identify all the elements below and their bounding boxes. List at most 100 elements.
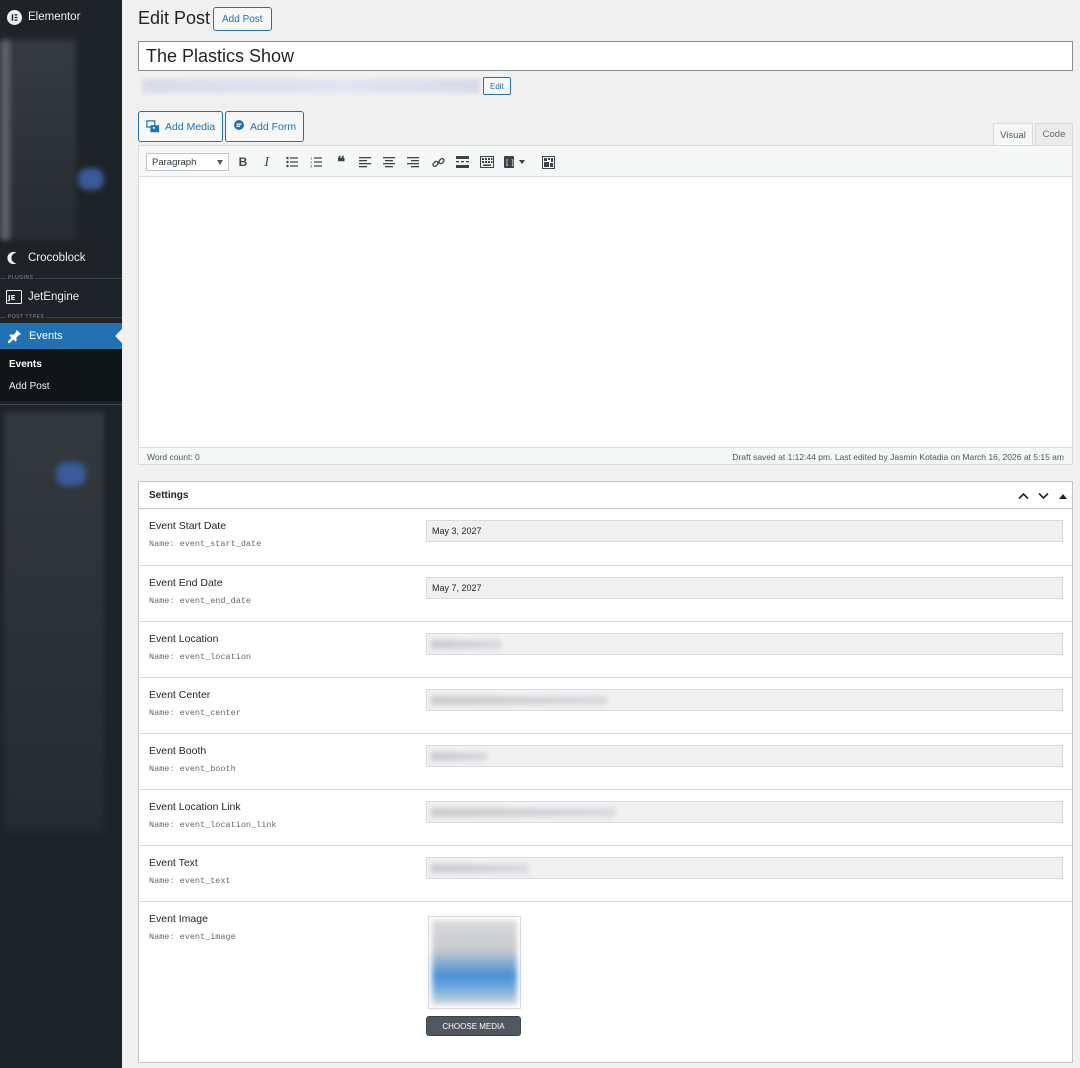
field-row-event-location: Event Location Name: event_location: [139, 622, 1072, 678]
classic-editor: Paragraph B I 123 ❝ [] Word count: 0 Dr…: [138, 145, 1073, 465]
add-form-button[interactable]: Add Form: [225, 111, 305, 142]
form-icon: [233, 119, 245, 134]
align-right-icon[interactable]: [405, 154, 421, 170]
event-text-input[interactable]: [426, 857, 1063, 879]
field-name: Name: event_location_link: [149, 820, 277, 830]
sidebar-item-label: Crocoblock: [28, 252, 86, 264]
editor-content-area[interactable]: [139, 177, 1072, 448]
align-left-icon[interactable]: [357, 154, 373, 170]
blurred-menu-items: [4, 412, 104, 832]
redacted-value: [431, 808, 616, 817]
bold-icon[interactable]: B: [235, 154, 251, 170]
field-label: Event Start Date: [149, 520, 227, 532]
admin-sidebar: Elementor Crocoblock PLUGINS JE JetEngin…: [0, 0, 122, 1068]
svg-text:JE: JE: [7, 294, 16, 302]
metabox-header: Settings: [139, 482, 1072, 509]
field-label: Event Image: [149, 913, 208, 925]
add-media-label: Add Media: [165, 120, 216, 133]
submenu-item-events[interactable]: Events: [9, 359, 42, 370]
media-icon: [146, 119, 160, 134]
sidebar-item-elementor[interactable]: Elementor: [0, 0, 122, 34]
add-post-button[interactable]: Add Post: [213, 7, 272, 31]
field-name: Name: event_center: [149, 708, 241, 718]
main-content: Edit Post Add Post Edit Add Media Add Fo…: [122, 0, 1080, 1068]
editor-statusbar: Word count: 0 Draft saved at 1:12:44 pm.…: [139, 447, 1072, 464]
draft-status: Draft saved at 1:12:44 pm. Last edited b…: [732, 452, 1064, 462]
field-name: Name: event_image: [149, 932, 236, 942]
redacted-value: [431, 696, 607, 705]
toolbar-toggle-icon[interactable]: [479, 154, 495, 170]
field-label: Event End Date: [149, 577, 223, 589]
read-more-icon[interactable]: [454, 154, 470, 170]
pin-icon: [7, 328, 23, 344]
field-row-event-booth: Event Booth Name: event_booth: [139, 734, 1072, 790]
event-location-input[interactable]: [426, 633, 1063, 655]
word-count: Word count: 0: [147, 452, 200, 462]
event-start-date-input[interactable]: May 3, 2027: [426, 520, 1063, 542]
event-location-link-input[interactable]: [426, 801, 1063, 823]
sidebar-item-jetengine[interactable]: JE JetEngine: [0, 280, 122, 314]
field-row-event-image: Event Image Name: event_image CHOOSE MED…: [139, 902, 1072, 1062]
crocoblock-icon: [6, 250, 22, 266]
events-submenu: Events Add Post: [0, 349, 122, 401]
link-icon[interactable]: [430, 154, 446, 170]
submenu-item-add-post[interactable]: Add Post: [9, 381, 50, 392]
add-media-button[interactable]: Add Media: [138, 111, 224, 142]
editor-toolbar: Paragraph B I 123 ❝ []: [139, 146, 1072, 177]
edit-slug-button[interactable]: Edit: [483, 77, 511, 95]
field-name: Name: event_text: [149, 876, 231, 886]
settings-metabox: Settings Event Start Date Name: event_st…: [138, 481, 1073, 1063]
blurred-menu-items: [6, 40, 76, 240]
add-form-label: Add Form: [250, 120, 297, 133]
svg-text:3: 3: [310, 165, 312, 169]
event-end-date-input[interactable]: May 7, 2027: [426, 577, 1063, 599]
tab-visual[interactable]: Visual: [993, 123, 1033, 146]
event-booth-input[interactable]: [426, 745, 1063, 767]
sidebar-item-crocoblock[interactable]: Crocoblock: [0, 241, 122, 275]
section-label: POST TYPES: [6, 314, 47, 320]
field-row-event-start-date: Event Start Date Name: event_start_date …: [139, 509, 1072, 566]
collapse-toggle-icon[interactable]: [1056, 489, 1070, 503]
metabox-title: Settings: [149, 490, 189, 501]
redacted-value: [431, 864, 529, 873]
blurred-badge: [78, 168, 104, 190]
align-center-icon[interactable]: [381, 154, 397, 170]
field-row-event-center: Event Center Name: event_center: [139, 678, 1072, 734]
field-label: Event Center: [149, 689, 211, 701]
svg-text:[ ]: [ ]: [506, 159, 514, 167]
sidebar-item-events[interactable]: Events: [0, 323, 122, 349]
numbered-list-icon[interactable]: 123: [308, 154, 324, 170]
field-row-event-location-link: Event Location Link Name: event_location…: [139, 790, 1072, 846]
bullet-list-icon[interactable]: [284, 154, 300, 170]
field-name: Name: event_booth: [149, 764, 236, 774]
permalink-url: [142, 79, 480, 93]
blockquote-icon[interactable]: ❝: [333, 154, 349, 171]
field-label: Event Booth: [149, 745, 207, 757]
divider: [0, 404, 122, 405]
sidebar-item-label: Elementor: [28, 11, 81, 23]
page-title: Edit Post: [138, 8, 211, 28]
field-name: Name: event_start_date: [149, 539, 262, 549]
shortcode-dropdown-icon[interactable]: [ ]: [503, 154, 531, 170]
event-image-preview[interactable]: [428, 916, 521, 1009]
redacted-value: [431, 752, 487, 761]
format-select[interactable]: Paragraph: [146, 153, 229, 171]
blurred-badge: [56, 462, 86, 486]
blurred-menu-edge: [0, 40, 10, 240]
move-up-icon[interactable]: [1016, 489, 1030, 503]
elementor-icon: [6, 9, 22, 25]
field-label: Event Location: [149, 633, 219, 645]
field-label: Event Text: [149, 857, 198, 869]
event-center-input[interactable]: [426, 689, 1063, 711]
jetengine-icon: JE: [6, 289, 22, 305]
move-down-icon[interactable]: [1036, 489, 1050, 503]
gallery-icon[interactable]: [540, 154, 556, 170]
image-thumbnail: [432, 920, 517, 1005]
tab-code[interactable]: Code: [1035, 123, 1073, 145]
choose-media-button[interactable]: CHOOSE MEDIA: [426, 1016, 521, 1036]
field-name: Name: event_end_date: [149, 596, 252, 606]
post-title-input[interactable]: [138, 41, 1073, 71]
field-row-event-text: Event Text Name: event_text: [139, 846, 1072, 902]
italic-icon[interactable]: I: [259, 154, 275, 170]
field-name: Name: event_location: [149, 652, 252, 662]
